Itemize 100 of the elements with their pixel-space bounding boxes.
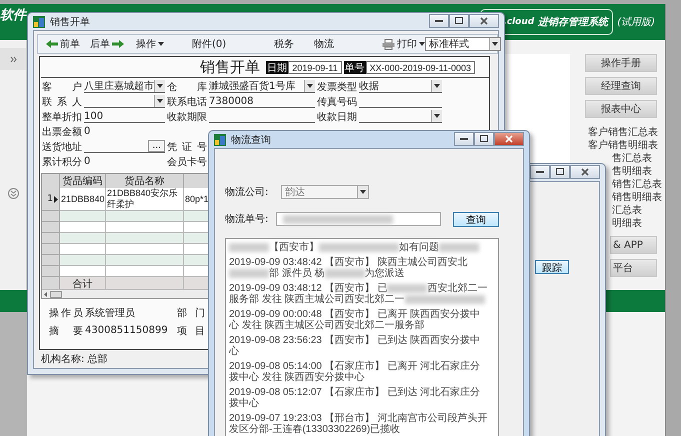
field-value: 八里庄嘉城超市 <box>84 80 154 93</box>
minimize-button[interactable] <box>454 132 474 146</box>
field-label: 出票金额 <box>42 126 82 138</box>
side-menu-button[interactable]: 操作手册 <box>585 54 657 72</box>
maximize-button[interactable] <box>474 132 494 146</box>
field-label: 累计积分 <box>42 156 82 168</box>
caret-icon <box>492 42 498 46</box>
caret-icon <box>307 84 313 88</box>
toolbar-button[interactable]: 物流 <box>314 37 382 51</box>
arrow-right-icon <box>112 40 124 48</box>
dropdown-field[interactable]: 八里庄嘉城超市 <box>84 80 165 93</box>
tracking-number-field[interactable] <box>276 212 441 226</box>
toolbar-button[interactable]: 税务 <box>274 37 314 51</box>
field-label: 物流单号: <box>225 212 270 226</box>
dropdown-field[interactable] <box>84 95 165 108</box>
tracking-entry: 2019-09-07 19:23:03 【邢台市】 河北南宫市公司段芦头开发区分部-王连春(13303302269)已揽收 <box>229 413 488 435</box>
report-link[interactable]: 售明细表 <box>612 164 652 178</box>
close-button[interactable] <box>469 14 499 28</box>
report-link[interactable]: 销售明细表 <box>612 190 662 204</box>
brand-text: .cloud <box>503 17 534 27</box>
field-label: 摘 要 <box>49 324 83 338</box>
field-label: 整单折扣 <box>42 110 82 124</box>
field-value: 100 <box>84 110 104 122</box>
table-cell <box>60 222 106 233</box>
field-value: 4300851150899 <box>85 325 168 336</box>
close-icon <box>480 16 488 24</box>
toolbar-button[interactable]: 附件(0) <box>192 37 274 51</box>
maximize-icon <box>455 17 463 24</box>
org-label: 机构名称: <box>41 352 84 366</box>
track-button[interactable]: 跟踪 <box>535 260 569 274</box>
style-dropdown[interactable]: 标准样式 <box>425 37 501 51</box>
minimize-button[interactable] <box>530 164 550 178</box>
row-header <box>42 255 60 266</box>
close-icon <box>581 168 589 176</box>
side-menu-button[interactable]: 经理查询 <box>585 77 657 95</box>
input-field[interactable]: 100 <box>84 110 165 123</box>
minimize-icon <box>536 170 544 173</box>
table-cell <box>60 233 106 244</box>
close-button[interactable] <box>570 164 600 178</box>
report-link[interactable]: 客户销售明细表 <box>588 138 658 152</box>
dropdown-field[interactable] <box>359 110 442 123</box>
field-label: 物流公司: <box>225 186 270 199</box>
report-link[interactable]: 销售汇总表 <box>612 176 662 190</box>
tracking-entry: 2019-09-09 03:48:12 【西安市】 已 西安北郊二一服务部 发往 陕西主城公司西安北郊二一 <box>229 283 488 305</box>
report-link[interactable]: 售汇总表 <box>612 150 652 164</box>
row-header <box>42 211 60 222</box>
report-link[interactable]: 汇总表 <box>612 202 642 216</box>
maximize-button[interactable] <box>449 14 469 28</box>
expand-circle-icon[interactable] <box>8 188 18 199</box>
dropdown-field[interactable]: 濉城强盛百货1号库 <box>209 80 315 93</box>
row-header <box>42 266 60 277</box>
table-cell <box>60 244 106 255</box>
column-header: 货品编码 <box>60 174 106 189</box>
close-icon <box>505 134 513 142</box>
dropdown-field[interactable]: 收据 <box>359 80 442 93</box>
number-field[interactable]: XX-000-2019-09-11-0003 <box>366 61 475 74</box>
maximize-icon <box>480 135 488 142</box>
scroll-left-icon <box>44 292 47 296</box>
field-label: 发票类型 <box>317 80 357 94</box>
grid-corner <box>42 174 60 189</box>
report-link[interactable]: 明细表 <box>612 216 642 230</box>
scroll-thumb[interactable] <box>50 290 62 298</box>
input-field[interactable]: 7380008 <box>209 95 315 108</box>
browse-button[interactable]: ... <box>148 140 165 152</box>
input-field[interactable]: ... <box>84 140 165 153</box>
redaction-blur <box>229 268 269 278</box>
arrow-left-icon <box>46 40 58 48</box>
side-menu-button[interactable]: 报表中心 <box>585 100 657 118</box>
redaction-blur <box>324 268 365 278</box>
report-link[interactable]: 客户销售汇总表 <box>588 124 658 138</box>
close-button[interactable] <box>494 132 524 146</box>
field-value: 濉城强盛百货1号库 <box>209 80 296 93</box>
caret-icon <box>157 84 163 88</box>
column-header: 货品名称 <box>106 174 184 189</box>
menu-button[interactable]: 操作 <box>136 37 192 51</box>
table-cell: 21DBB840 <box>60 188 106 211</box>
query-button[interactable]: 查询 <box>453 212 499 226</box>
print-button[interactable]: 打印 <box>382 37 425 51</box>
number-label: 单号 <box>344 61 366 74</box>
org-value: 总部 <box>87 352 108 366</box>
date-field[interactable]: 2019-09-11 <box>288 61 342 74</box>
field-label: 客 户 <box>42 80 82 94</box>
table-cell <box>60 255 106 266</box>
field-label: 联 系 人 <box>42 96 82 108</box>
tracking-entry: 2019-09-08 05:12:07 【石家庄市】 已到达 河北石家庄分拨中心 <box>229 387 482 409</box>
caret-icon <box>419 42 425 46</box>
field-label: 凭 证 号 <box>167 140 207 154</box>
minimize-icon <box>460 137 468 140</box>
window-title: 销售开单 <box>50 16 90 28</box>
field-label: 传真号码 <box>317 96 357 108</box>
maximize-icon <box>556 168 564 175</box>
logo-text: 软件 <box>0 7 26 24</box>
previous-button[interactable]: 前单 <box>46 37 90 51</box>
field-label: 操作员 <box>49 306 83 320</box>
side-menu-button[interactable]: 平台 <box>610 259 657 277</box>
next-button[interactable]: 后单 <box>90 37 136 51</box>
minimize-button[interactable] <box>429 14 449 28</box>
maximize-button[interactable] <box>550 164 570 178</box>
field-label: 仓 库 <box>167 80 207 94</box>
side-menu-button[interactable]: & APP <box>610 236 657 254</box>
